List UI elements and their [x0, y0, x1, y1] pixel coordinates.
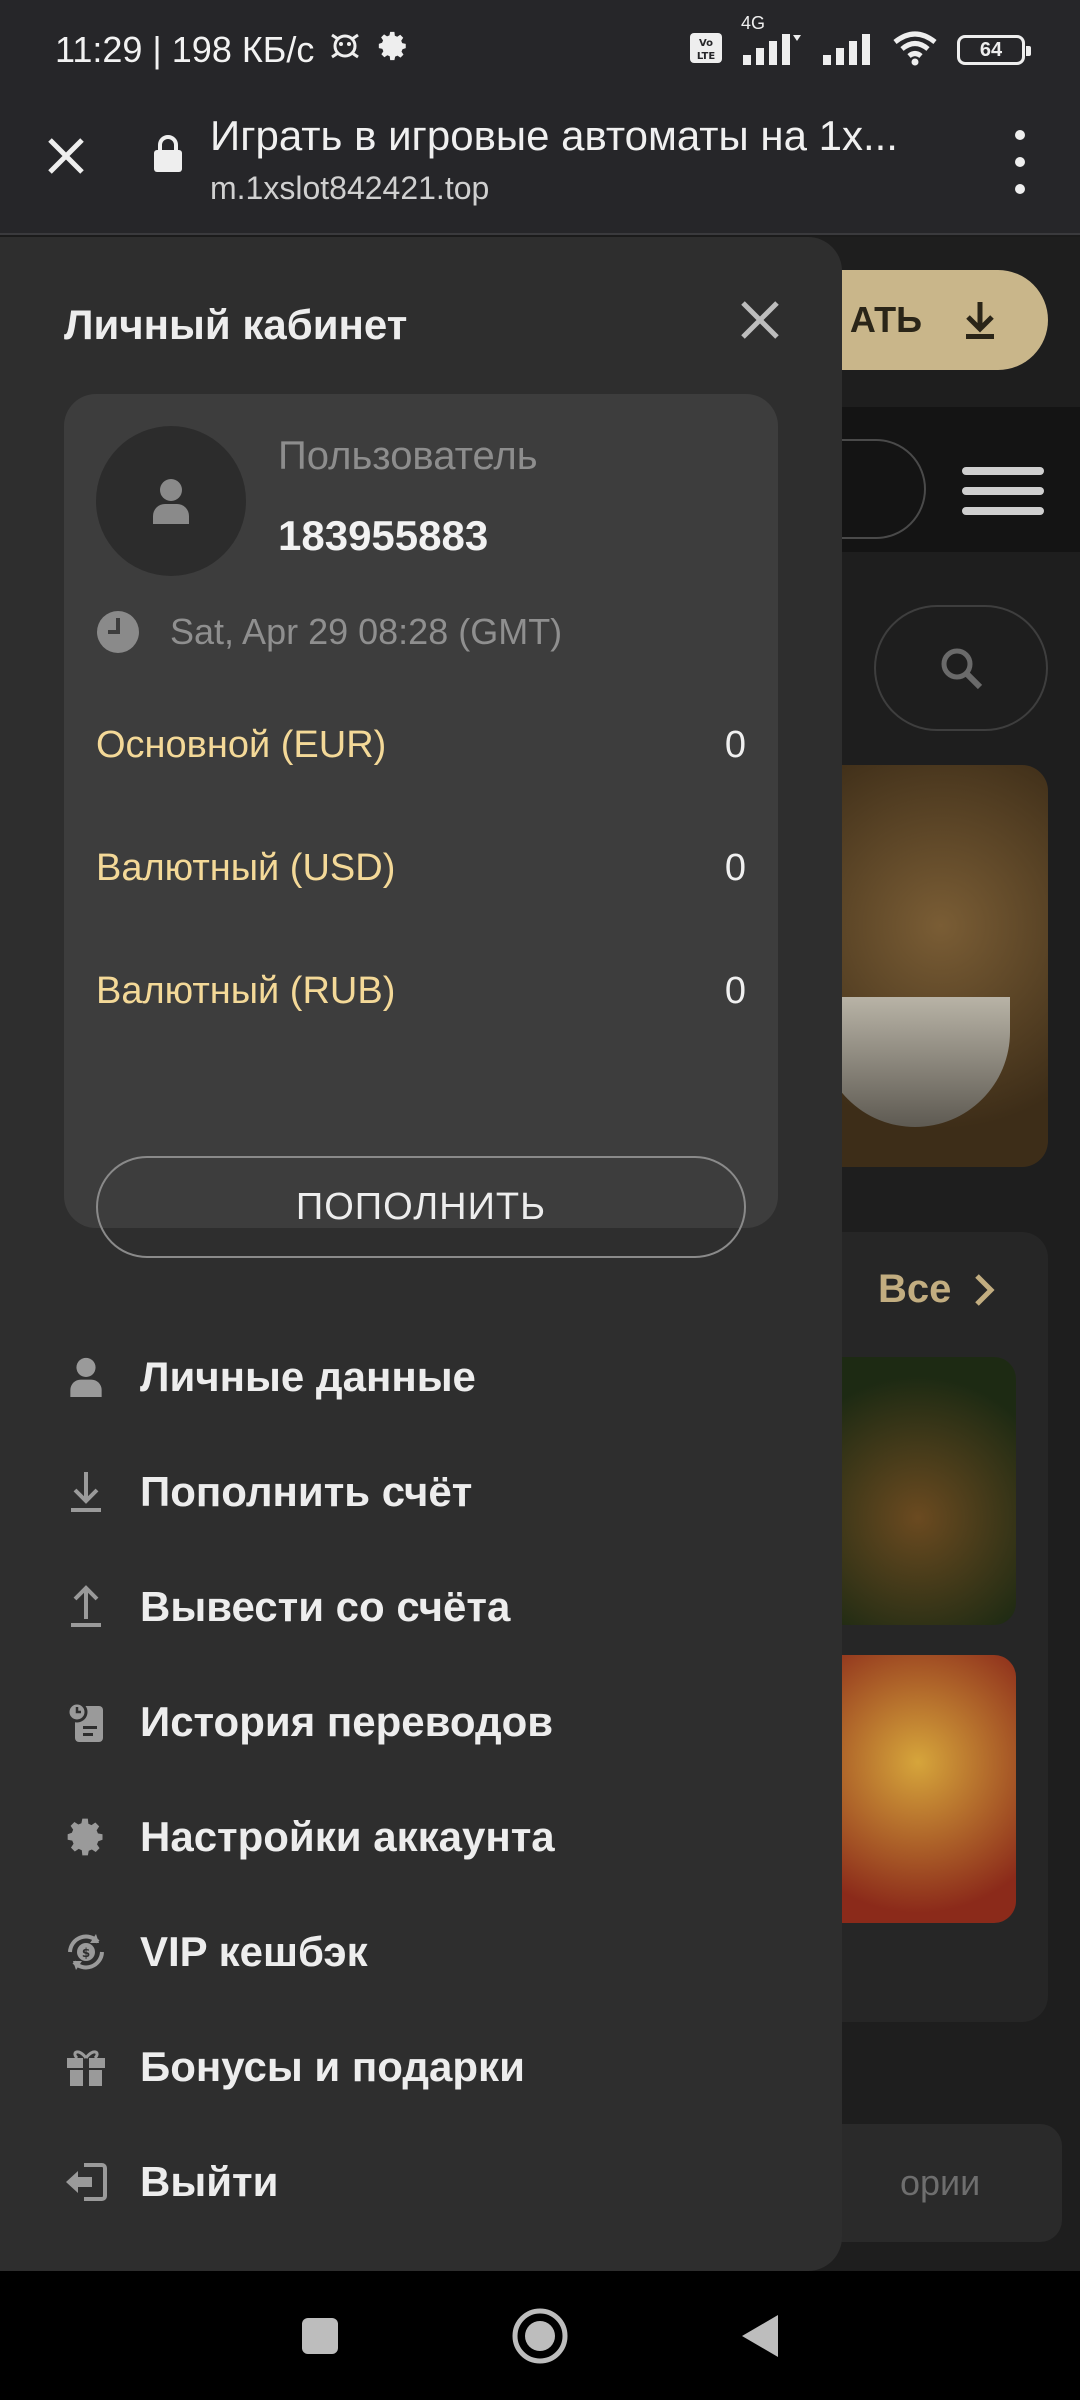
svg-text:Vo: Vo	[699, 38, 713, 49]
see-all-link[interactable]: Все	[878, 1267, 997, 1312]
drawer-close-button[interactable]	[732, 292, 788, 348]
close-tab-button[interactable]	[38, 128, 94, 184]
upload-icon	[62, 1583, 110, 1631]
account-card: Пользователь 183955883 Sat, Apr 29 08:28…	[64, 394, 778, 1258]
balance-name: Валютный (USD)	[96, 847, 396, 889]
balance-row-eur: Основной (EUR) 0	[96, 724, 746, 767]
categories-label: ории	[900, 2162, 981, 2203]
balance-value: 0	[724, 847, 746, 889]
gift-icon	[62, 2043, 110, 2091]
datetime-text: Sat, Apr 29 08:28 (GMT)	[170, 611, 563, 652]
back-triangle-icon	[742, 2314, 778, 2357]
balance-row-rub: Валютный (RUB) 0	[96, 970, 746, 1013]
status-bar: 11:29 | 198 КБ/с Vo LTE 4G 64	[0, 0, 1080, 100]
home-circle-icon	[512, 2308, 568, 2363]
signal-icon	[821, 31, 873, 70]
system-nav-bar	[0, 2271, 1080, 2400]
volte-icon: Vo LTE	[689, 32, 723, 69]
menu-item-label: История переводов	[140, 1697, 554, 1745]
close-icon	[741, 301, 779, 339]
balance-value: 0	[724, 970, 746, 1012]
wifi-icon	[891, 30, 939, 71]
drawer-title: Личный кабинет	[64, 301, 408, 348]
account-menu: Личные данные Пополнить счёт Вывести со …	[0, 1319, 842, 2239]
menu-item-label: Вывести со счёта	[140, 1582, 511, 1630]
balance-value: 0	[724, 724, 746, 766]
site-search-button[interactable]	[874, 605, 1048, 731]
user-id: 183955883	[278, 512, 489, 559]
person-icon	[153, 479, 189, 524]
home-button[interactable]	[505, 2301, 575, 2371]
menu-item-personal-data[interactable]: Личные данные	[0, 1319, 842, 1434]
settings-notification-icon	[376, 29, 410, 72]
download-icon	[62, 1468, 110, 1516]
back-button[interactable]	[725, 2301, 795, 2371]
menu-item-vip-cashback[interactable]: $ VIP кешбэк	[0, 1894, 842, 2009]
menu-item-deposit[interactable]: Пополнить счёт	[0, 1434, 842, 1549]
square-icon	[302, 2317, 338, 2354]
clock-icon	[97, 611, 139, 653]
balance-row-usd: Валютный (USD) 0	[96, 847, 746, 890]
menu-item-label: Настройки аккаунта	[140, 1812, 555, 1860]
menu-item-logout[interactable]: Выйти	[0, 2124, 842, 2239]
search-icon	[941, 648, 983, 690]
lock-icon	[152, 134, 184, 179]
svg-text:LTE: LTE	[697, 51, 716, 62]
see-all-label: Все	[878, 1267, 952, 1311]
recents-button[interactable]	[285, 2301, 355, 2371]
menu-item-label: Пополнить счёт	[140, 1467, 473, 1515]
menu-item-bonuses[interactable]: Бонусы и подарки	[0, 2009, 842, 2124]
page-url[interactable]: m.1xslot842421.top	[210, 170, 489, 207]
avatar	[96, 426, 246, 576]
menu-item-account-settings[interactable]: Настройки аккаунта	[0, 1779, 842, 1894]
status-time-speed: 11:29 | 198 КБ/с	[55, 29, 315, 70]
battery-icon: 64	[957, 35, 1031, 65]
page-title: Играть в игровые автоматы на 1x...	[210, 112, 898, 159]
site-menu-button[interactable]	[962, 467, 1044, 515]
person-icon	[62, 1353, 110, 1401]
game-thumbnail[interactable]	[820, 1655, 1016, 1923]
datetime-row: Sat, Apr 29 08:28 (GMT)	[96, 610, 562, 654]
user-label: Пользователь	[278, 434, 538, 478]
signal-4g-icon: 4G	[741, 13, 803, 70]
menu-item-label: Выйти	[140, 2157, 279, 2205]
menu-item-label: Бонусы и подарки	[140, 2042, 525, 2090]
notification-app-icon	[328, 29, 362, 72]
menu-item-label: VIP кешбэк	[140, 1927, 368, 1975]
browser-bar: Играть в игровые автоматы на 1x... m.1xs…	[0, 100, 1080, 235]
close-icon	[48, 138, 84, 174]
account-drawer: Личный кабинет Пользователь 183955883 Sa…	[0, 237, 842, 2271]
menu-item-label: Личные данные	[140, 1352, 476, 1400]
chevron-right-icon	[975, 1273, 995, 1306]
network-type-label: 4G	[741, 12, 766, 33]
menu-item-withdraw[interactable]: Вывести со счёта	[0, 1549, 842, 1664]
gear-icon	[62, 1813, 110, 1861]
balance-name: Валютный (RUB)	[96, 970, 396, 1012]
history-icon	[62, 1698, 110, 1746]
cashback-icon: $	[62, 1928, 110, 1976]
balance-name: Основной (EUR)	[96, 724, 387, 766]
topup-button[interactable]: ПОПОЛНИТЬ	[96, 1156, 746, 1258]
download-icon	[966, 302, 994, 339]
menu-item-history[interactable]: История переводов	[0, 1664, 842, 1779]
browser-menu-button[interactable]	[1000, 130, 1040, 194]
logout-icon	[62, 2158, 110, 2206]
svg-text:$: $	[82, 1946, 90, 1960]
game-thumbnail[interactable]	[820, 1357, 1016, 1625]
download-app-label: АТЬ	[849, 299, 922, 340]
